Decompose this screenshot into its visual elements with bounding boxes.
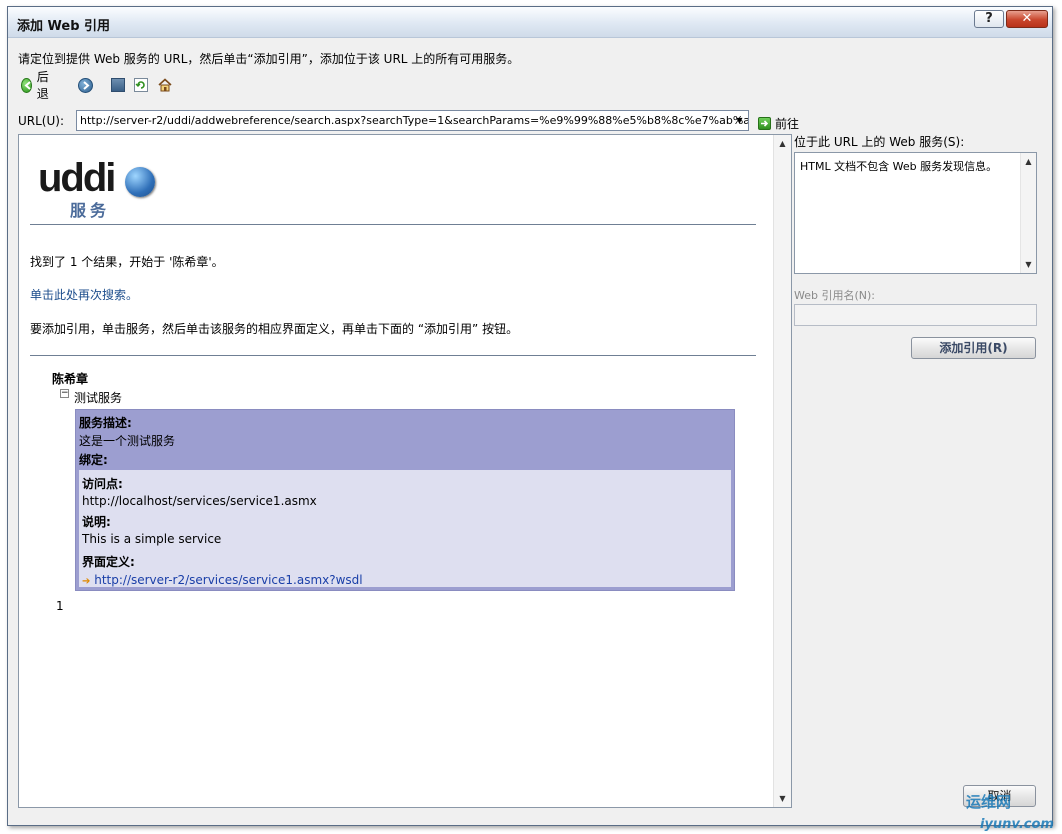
collapse-toggle-icon[interactable]: − (60, 389, 69, 398)
instruction-text: 请定位到提供 Web 服务的 URL，然后单击“添加引用”，添加位于该 URL … (18, 52, 520, 66)
web-services-message: HTML 文档不包含 Web 服务发现信息。 (800, 160, 998, 173)
url-combobox[interactable]: http://server-r2/uddi/addwebreference/se… (76, 110, 749, 131)
note-label: 说明: (82, 515, 111, 529)
binding-details: 访问点: http://localhost/services/service1.… (79, 470, 731, 587)
browser-scrollbar[interactable]: ▲ ▼ (773, 135, 791, 807)
wsdl-link[interactable]: http://server-r2/services/service1.asmx?… (94, 573, 362, 587)
browser-pane[interactable]: uddi 服务 找到了 1 个结果，开始于 '陈希章'。 单击此处再次搜索。 要… (18, 134, 792, 808)
uddi-logo-text: uddi (38, 156, 116, 200)
scroll-down-icon[interactable]: ▼ (774, 790, 791, 807)
web-services-list[interactable]: HTML 文档不包含 Web 服务发现信息。 ▲ ▼ (794, 152, 1037, 274)
web-reference-name-label: Web 引用名(N): (794, 289, 875, 302)
service-description-label: 服务描述: (79, 416, 132, 430)
provider-name: 陈希章 (52, 372, 89, 386)
globe-icon (125, 167, 155, 197)
back-arrow-icon (21, 77, 32, 93)
add-reference-button[interactable]: 添加引用(R) (911, 337, 1036, 359)
access-point-label: 访问点: (82, 477, 123, 491)
result-text: 找到了 1 个结果，开始于 '陈希章'。 (30, 255, 224, 269)
interface-definition-row: ➔ http://server-r2/services/service1.asm… (82, 573, 363, 587)
note-value: This is a simple service (82, 532, 222, 546)
home-icon (158, 78, 172, 92)
back-button[interactable]: 后退 (21, 70, 53, 101)
arrow-right-icon: ➔ (82, 576, 91, 587)
scroll-down-icon[interactable]: ▼ (1021, 256, 1036, 273)
go-label: 前往 (775, 117, 800, 131)
service-description-value: 这是一个测试服务 (79, 434, 176, 448)
divider (30, 224, 756, 225)
go-arrow-icon (758, 117, 771, 130)
help-button[interactable]: ? (974, 10, 1004, 28)
go-button[interactable]: 前往 (758, 115, 799, 132)
forward-button[interactable] (78, 76, 93, 94)
url-dropdown-icon[interactable]: ▼ (731, 111, 748, 130)
search-again-link[interactable]: 单击此处再次搜索。 (30, 286, 138, 303)
service-tree-item[interactable]: 测试服务 (74, 389, 122, 406)
scroll-up-icon[interactable]: ▲ (774, 135, 791, 152)
add-web-reference-dialog: 添加 Web 引用 ? ✕ 请定位到提供 Web 服务的 URL，然后单击“添加… (7, 6, 1054, 832)
title-bar: 添加 Web 引用 ? ✕ (8, 7, 1052, 38)
watermark-text: 运维网 (966, 793, 1012, 811)
back-label: 后退 (36, 70, 49, 101)
interface-definition-label: 界面定义: (82, 555, 135, 569)
page-number[interactable]: 1 (56, 599, 64, 613)
forward-arrow-icon (78, 77, 93, 93)
web-reference-name-field[interactable] (794, 304, 1037, 326)
service-details-panel: 服务描述: 这是一个测试服务 绑定: 访问点: http://localhost… (75, 409, 735, 591)
uddi-logo-subtitle: 服务 (70, 201, 111, 220)
add-reference-instructions: 要添加引用，单击服务，然后单击该服务的相应界面定义，再单击下面的 “添加引用” … (30, 322, 519, 336)
stop-icon (111, 78, 125, 92)
url-label: URL(U): (18, 114, 64, 128)
services-scrollbar[interactable]: ▲ ▼ (1020, 153, 1036, 273)
url-value: http://server-r2/uddi/addwebreference/se… (80, 114, 749, 127)
web-services-label: 位于此 URL 上的 Web 服务(S): (794, 135, 965, 149)
dialog-title: 添加 Web 引用 (17, 19, 111, 34)
close-button[interactable]: ✕ (1006, 10, 1048, 28)
watermark-url: iyunv.com (980, 817, 1054, 832)
access-point-value: http://localhost/services/service1.asmx (82, 494, 317, 508)
refresh-button[interactable] (134, 76, 148, 94)
binding-label: 绑定: (79, 453, 108, 467)
scroll-up-icon[interactable]: ▲ (1021, 153, 1036, 170)
home-button[interactable] (158, 76, 172, 94)
stop-button[interactable] (111, 76, 125, 94)
refresh-icon (134, 78, 148, 92)
divider (30, 355, 756, 356)
